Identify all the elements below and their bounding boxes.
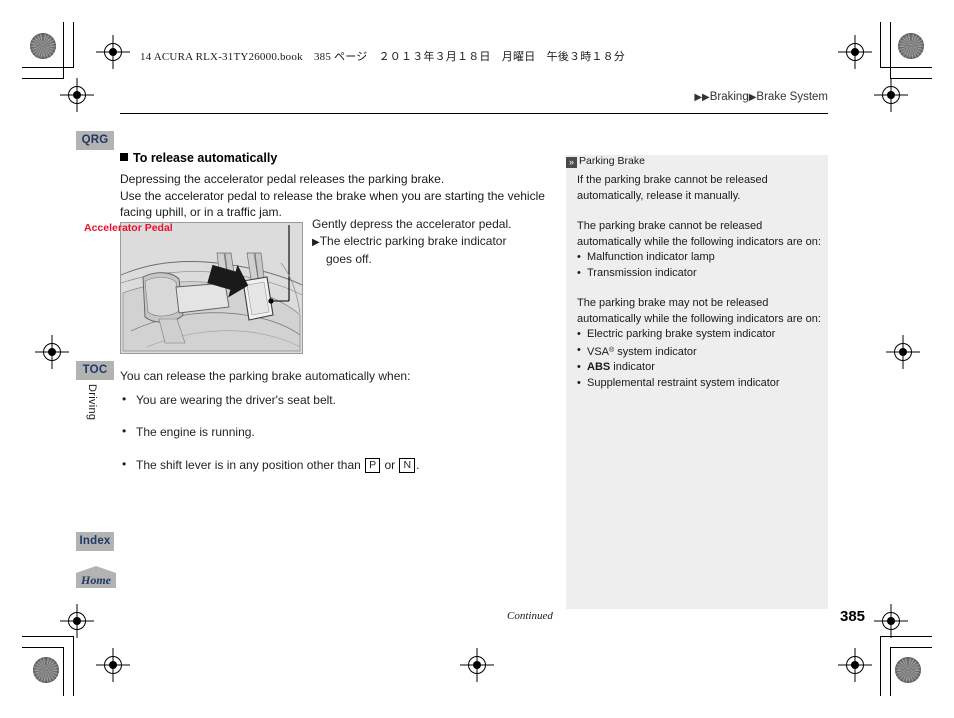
crop-mark-top-right-v1 [880,22,881,68]
registration-target-left-middle [35,335,69,369]
crop-mark-top-left-h2 [22,78,64,79]
result-arrow-icon: ▶ [312,236,320,248]
conditions-list-block: You can release the parking brake automa… [120,368,556,489]
list-item: You are wearing the driver's seat belt. [120,391,556,409]
step-result-line: ▶The electric parking brake indicator [312,233,557,252]
nav-tab-home[interactable]: Home [76,566,116,588]
registration-target-top-left [60,78,94,112]
crop-mark-bottom-right-v1 [880,636,881,696]
panel-paragraph-3: The parking brake may not be released au… [577,297,821,325]
panel-title: » Parking Brake [566,155,645,168]
panel-spacer-1 [577,204,823,219]
registration-target-right-middle [886,335,920,369]
conditions-list: You are wearing the driver's seat belt. … [120,391,556,474]
list-item: Electric parking brake system indicator [577,327,823,343]
step-result-continuation: goes off. [326,252,372,266]
crop-mark-bottom-left-v2 [63,647,64,696]
crop-mark-top-left-v1 [73,22,74,68]
vsa-suffix: system indicator [614,345,697,358]
nav-tab-toc[interactable]: TOC [76,361,114,380]
footwell-drawing-icon [121,223,302,353]
crop-mark-top-left-h1 [22,67,74,68]
figure-callout-label: Accelerator Pedal [84,222,173,234]
conditions-list-intro: You can release the parking brake automa… [120,369,411,383]
breadcrumb: ▶▶Braking▶Brake System [694,91,828,103]
list-item: Supplemental restraint system indicator [577,376,823,392]
list-item: VSA® system indicator [577,343,823,361]
section-label-driving: Driving [86,384,98,421]
list-item-text: The shift lever is in any position other… [136,457,365,472]
registration-circle-top-left [30,33,56,59]
shift-position-n-badge: N [399,457,416,473]
list-item: The shift lever is in any position other… [120,456,556,474]
illustration-frame [120,222,303,354]
abs-suffix: indicator [610,361,655,373]
step-instruction: Gently depress the accelerator pedal. [312,217,512,231]
abs-label: ABS [587,361,611,373]
crop-mark-bottom-right-v2 [890,647,891,696]
registration-target-bottom-left [60,604,94,638]
list-item: The engine is running. [120,423,556,441]
registration-circle-bottom-right [895,657,921,683]
crop-mark-top-right-v2 [890,22,891,79]
breadcrumb-level-1[interactable]: Braking [710,91,749,103]
print-job-info: 14 ACURA RLX-31TY26000.book 385 ページ ２０１３… [140,51,625,63]
page-number: 385 [840,608,866,625]
breadcrumb-arrow-1-icon: ▶ [694,92,703,103]
list-item-conjunction: or [381,457,399,472]
list-item: ABS indicator [577,360,823,376]
accelerator-pedal-illustration [120,222,303,354]
list-item-text: The engine is running. [136,425,255,439]
registration-circle-bottom-left [33,657,59,683]
crop-mark-bottom-left-h2 [22,647,64,648]
paragraph-1: Depressing the accelerator pedal release… [120,172,445,186]
crop-mark-top-right-h1 [880,67,932,68]
registration-target-top-right [874,78,908,112]
list-item: Transmission indicator [577,266,823,282]
header-divider [120,113,828,114]
list-item: Malfunction indicator lamp [577,250,823,266]
panel-list-2: Electric parking brake system indicator … [577,327,823,391]
continued-label: Continued [507,610,553,622]
panel-title-text: Parking Brake [579,155,645,167]
crop-mark-top-left-v2 [63,22,64,79]
figure-step-text: Gently depress the accelerator pedal. ▶T… [312,216,557,268]
black-square-bullet-icon [120,153,128,161]
registration-target-bottom-center [460,648,494,682]
registration-target-bottom-mid-left [96,648,130,682]
section-heading-text: To release automatically [133,151,278,165]
registration-target-top-mid-left [96,35,130,69]
registration-target-bottom-mid-right [838,648,872,682]
panel-list-1: Malfunction indicator lamp Transmission … [577,250,823,281]
panel-paragraph-1: If the parking brake cannot be released … [577,174,768,202]
list-item-period: . [416,457,420,472]
crop-mark-bottom-right-h2 [890,647,932,648]
vsa-label: VSA [587,345,610,358]
breadcrumb-arrow-2-icon: ▶ [702,92,710,103]
nav-tab-qrg[interactable]: QRG [76,131,114,150]
registration-target-bottom-right [874,604,908,638]
panel-paragraph-2: The parking brake cannot be released aut… [577,220,821,248]
nav-tab-index[interactable]: Index [76,532,114,551]
section-heading: To release automatically [120,150,556,166]
panel-spacer-2 [577,281,823,296]
crop-mark-bottom-left-v1 [73,636,74,696]
side-information-panel: » Parking Brake If the parking brake cann… [566,155,828,609]
registration-circle-top-right [898,33,924,59]
step-result-text: The electric parking brake indicator [319,233,507,248]
double-chevron-icon: » [566,157,577,168]
list-item-text: You are wearing the driver's seat belt. [136,392,336,407]
shift-position-p-badge: P [365,457,381,473]
main-content: To release automatically Depressing the … [120,150,556,221]
registration-target-top-mid-right [838,35,872,69]
breadcrumb-level-2[interactable]: Brake System [756,91,828,103]
panel-body: If the parking brake cannot be released … [577,173,823,391]
